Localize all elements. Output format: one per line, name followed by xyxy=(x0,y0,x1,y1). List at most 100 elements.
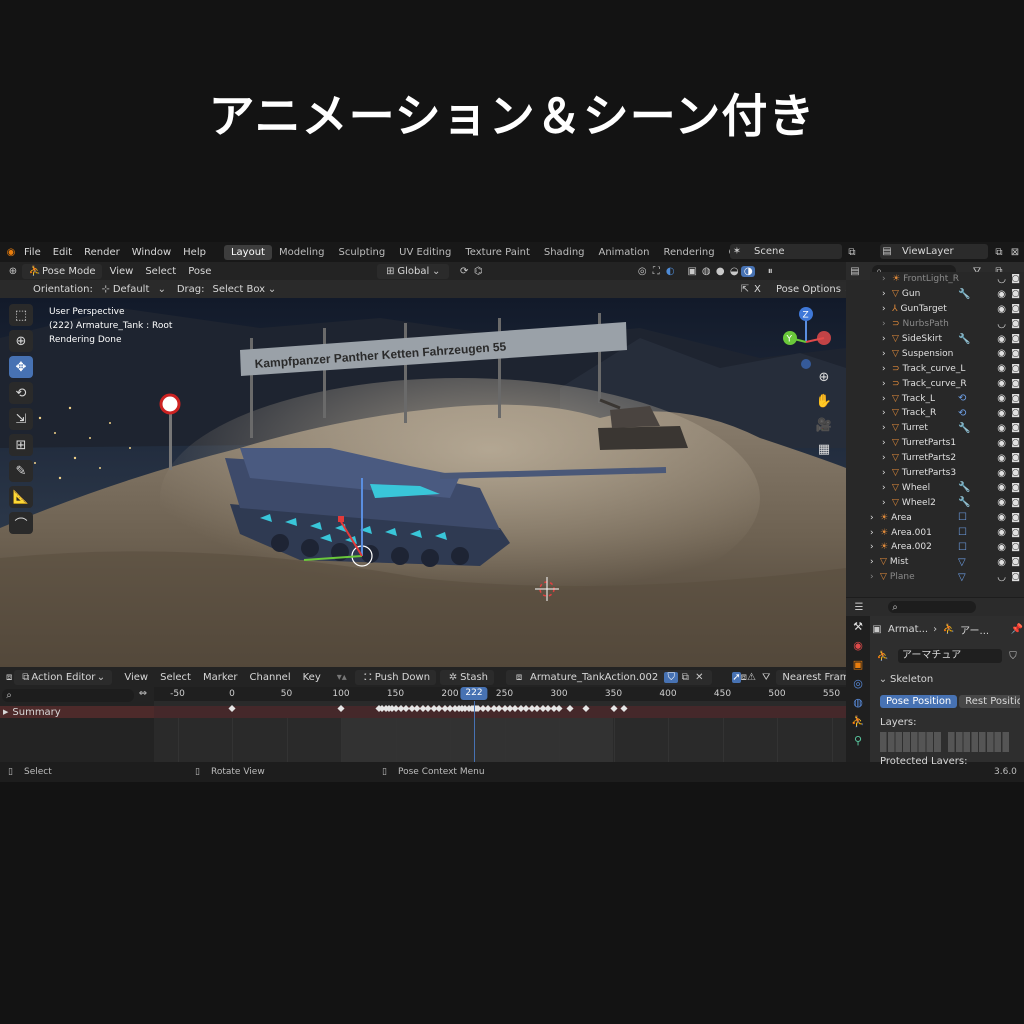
world-tab-icon[interactable]: ◍ xyxy=(853,696,863,709)
output-tab-icon[interactable]: ▣ xyxy=(853,658,863,671)
x-axis-icon[interactable] xyxy=(817,331,831,345)
expand-triangle-icon[interactable]: › xyxy=(882,364,892,374)
blender-logo-icon[interactable]: ◉ xyxy=(4,247,18,258)
outliner-row[interactable]: › ▽ Track_L ⟲ ◉ ◙ xyxy=(870,391,1024,406)
pose-position-button[interactable]: Pose Position xyxy=(880,695,958,708)
viewport-3d[interactable]: Kampfpanzer Panther Ketten Fahrzeugen 55 xyxy=(0,298,846,667)
expand-triangle-icon[interactable]: › xyxy=(882,408,892,418)
outliner-row[interactable]: › ▽ Plane ▽ ◡ ◙ xyxy=(870,570,1024,585)
expand-triangle-icon[interactable]: › xyxy=(882,483,892,493)
remove-view-layer-icon[interactable]: ⊠ xyxy=(1008,247,1022,258)
editor-type-icon[interactable]: ⊕ xyxy=(6,266,20,277)
pan-hand-icon[interactable]: ✋ xyxy=(814,394,834,412)
menu-file[interactable]: File xyxy=(18,247,47,258)
filters-icon[interactable]: ⛛ xyxy=(762,672,770,683)
visibility-eye-icon[interactable]: ◉ xyxy=(997,363,1006,374)
scale-tool-icon[interactable]: ⇲ xyxy=(9,408,33,430)
breadcrumb-data[interactable]: アー... xyxy=(960,622,989,637)
skeleton-panel-header[interactable]: ⌄ Skeleton xyxy=(876,672,1022,686)
expand-triangle-icon[interactable]: › xyxy=(882,423,892,433)
expand-triangle-icon[interactable]: › xyxy=(870,513,880,523)
tab-shading[interactable]: Shading xyxy=(537,245,592,260)
render-camera-icon[interactable]: ◙ xyxy=(1011,349,1020,359)
cursor-tool-icon[interactable]: ⊕ xyxy=(9,330,33,352)
duplicate-action-icon[interactable]: ⧉ xyxy=(678,672,692,683)
visibility-eye-icon[interactable]: ◉ xyxy=(997,468,1006,479)
render-camera-icon[interactable]: ◙ xyxy=(1011,319,1020,329)
action-menu-marker[interactable]: Marker xyxy=(197,672,244,683)
measure-tool-icon[interactable]: 📐 xyxy=(9,486,33,508)
tool-tab-icon[interactable]: ⚒ xyxy=(853,620,863,633)
mirror-icon[interactable]: ⇱ xyxy=(738,284,752,295)
outliner-row[interactable]: › ▽ TurretParts1 ◉ ◙ xyxy=(870,436,1024,451)
pause-render-icon[interactable]: ⏸ xyxy=(763,266,777,277)
dopesheet-editor-icon[interactable]: ⧈ xyxy=(6,672,12,683)
viewport-menu-select[interactable]: Select xyxy=(139,266,182,277)
fake-user-icon[interactable]: ⛉ xyxy=(1006,651,1020,662)
current-frame-indicator[interactable]: 222 xyxy=(460,687,488,700)
outliner-row[interactable]: › ▽ TurretParts3 ◉ ◙ xyxy=(870,466,1024,481)
tab-rendering[interactable]: Rendering xyxy=(656,245,721,260)
transform-orientation-selector[interactable]: ⊞ Global ⌄ xyxy=(377,263,450,279)
new-scene-icon[interactable]: ⧉ xyxy=(845,247,859,258)
action-menu-channel[interactable]: Channel xyxy=(244,672,297,683)
viewport-menu-pose[interactable]: Pose xyxy=(182,266,217,277)
viewport-gizmo-icon[interactable]: ⛶ xyxy=(649,266,663,277)
visibility-eye-icon[interactable]: ◉ xyxy=(997,393,1006,404)
outliner-row[interactable]: › ⊃ NurbsPath ◡ ◙ xyxy=(870,317,1024,332)
visibility-eye-icon[interactable]: ◉ xyxy=(997,497,1006,508)
tab-layout[interactable]: Layout xyxy=(223,244,272,260)
dopesheet-mode-selector[interactable]: ⧉ Action Editor ⌄ xyxy=(14,669,113,685)
pin-icon[interactable]: 📌 xyxy=(1010,624,1024,635)
tab-sculpting[interactable]: Sculpting xyxy=(331,245,392,260)
expand-triangle-icon[interactable]: › xyxy=(870,557,880,567)
visibility-eye-icon[interactable]: ◉ xyxy=(997,408,1006,419)
tab-modeling[interactable]: Modeling xyxy=(272,245,332,260)
viewport-menu-view[interactable]: View xyxy=(104,266,140,277)
snap-dropdown[interactable]: Nearest Frame ⌄ xyxy=(776,669,846,685)
outliner-row[interactable]: › ☀ Area.001 ☐ ◉ ◙ xyxy=(870,525,1024,540)
outliner-row[interactable]: › ▽ Turret 🔧 ◉ ◙ xyxy=(870,421,1024,436)
unlink-action-icon[interactable]: ✕ xyxy=(692,672,706,683)
shading-solid-icon[interactable]: ● xyxy=(713,266,727,277)
render-camera-icon[interactable]: ◙ xyxy=(1011,408,1020,418)
armature-data-name-field[interactable]: アーマチュア xyxy=(898,649,1002,663)
outliner-row[interactable]: › ⅄ GunTarget ◉ ◙ xyxy=(870,302,1024,317)
render-camera-icon[interactable]: ◙ xyxy=(1011,364,1020,374)
neg-z-axis-icon[interactable] xyxy=(801,359,811,369)
visibility-eye-icon[interactable]: ◉ xyxy=(997,289,1006,300)
summary-channel[interactable]: ▶ Summary xyxy=(0,706,154,718)
rotate-tool-icon[interactable]: ⟲ xyxy=(9,382,33,404)
menu-edit[interactable]: Edit xyxy=(47,247,78,258)
visibility-eye-icon[interactable]: ◉ xyxy=(997,453,1006,464)
render-camera-icon[interactable]: ◙ xyxy=(1011,572,1020,582)
orientation-dropdown[interactable]: ⊹ Default ⌄ xyxy=(99,284,169,295)
swap-arrows-icon[interactable]: ⇔ xyxy=(136,688,150,699)
proportional-edit-icon[interactable]: ◎ xyxy=(635,266,649,277)
visibility-eye-icon[interactable]: ◉ xyxy=(997,348,1006,359)
outliner-row[interactable]: › ▽ SideSkirt 🔧 ◉ ◙ xyxy=(870,332,1024,347)
move-tool-icon[interactable]: ✥ xyxy=(9,356,33,378)
outliner-row[interactable]: › ☀ Area ☐ ◉ ◙ xyxy=(870,510,1024,525)
properties-editor-icon[interactable]: ☰ xyxy=(852,602,866,613)
expand-triangle-icon[interactable]: › xyxy=(882,304,892,314)
menu-help[interactable]: Help xyxy=(177,247,212,258)
visibility-eye-icon[interactable]: ◉ xyxy=(997,304,1006,315)
visibility-eye-icon[interactable]: ◉ xyxy=(997,378,1006,389)
action-menu-select[interactable]: Select xyxy=(154,672,197,683)
rest-position-button[interactable]: Rest Position xyxy=(959,695,1020,708)
scene-tab-icon[interactable]: ◎ xyxy=(853,677,863,690)
tab-animation[interactable]: Animation xyxy=(592,245,657,260)
action-menu-key[interactable]: Key xyxy=(297,672,327,683)
render-camera-icon[interactable]: ◙ xyxy=(1011,289,1020,299)
visibility-eye-icon[interactable]: ◡ xyxy=(997,319,1006,330)
action-selector[interactable]: ⧈ Armature_TankAction.002 ⛉ ⧉ ✕ xyxy=(506,669,713,685)
tab-uv-editing[interactable]: UV Editing xyxy=(392,245,458,260)
fake-user-shield-icon[interactable]: ⛉ xyxy=(664,671,679,683)
drag-dropdown[interactable]: Select Box ⌄ xyxy=(212,284,279,295)
visibility-eye-icon[interactable]: ◉ xyxy=(997,512,1006,523)
menu-window[interactable]: Window xyxy=(126,247,177,258)
render-camera-icon[interactable]: ◙ xyxy=(1011,528,1020,538)
pivot-icon[interactable]: ⟳ xyxy=(457,266,471,277)
only-selected-icon[interactable]: ➚ xyxy=(732,671,741,683)
